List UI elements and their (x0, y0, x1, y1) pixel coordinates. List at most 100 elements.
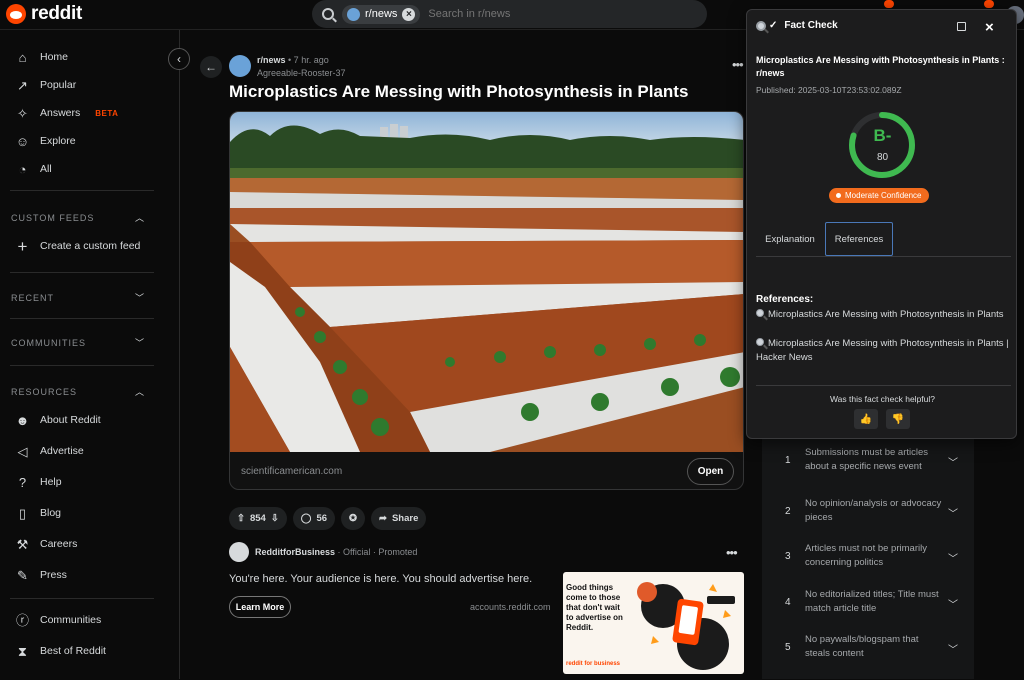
comment-bubble-icon: ◯ (300, 513, 312, 524)
plus-icon: + (17, 236, 28, 256)
rule-item[interactable]: 2 No opinion/analysis or advocacy pieces… (762, 491, 974, 537)
fact-check-title-text: Fact Check (784, 20, 838, 31)
comments-button[interactable]: ◯ 56 (292, 507, 336, 530)
back-button[interactable]: ← (200, 56, 222, 78)
all-chart-icon: ◔ (18, 161, 27, 177)
sidebar-item-answers[interactable]: ✧ Answers BETA (0, 99, 155, 127)
custom-feeds-header[interactable]: CUSTOM FEEDS ︿ (11, 211, 145, 224)
collapse-sidebar-button[interactable]: ‹ (168, 48, 190, 70)
rule-text: Articles must not be primarily concernin… (805, 543, 927, 568)
sidebar-item-help[interactable]: ? Help (0, 468, 155, 496)
upvote-icon[interactable]: ⇧ (237, 513, 245, 524)
sidebar-divider (10, 365, 154, 366)
ad-creative-image[interactable]: Good things come to those that don't wai… (563, 572, 744, 674)
search-chip-label: r/news (365, 8, 398, 20)
sidebar-item-careers[interactable]: ⚒ Careers (0, 530, 155, 558)
chevron-down-icon: ﹀ (134, 338, 145, 348)
sidebar-item-label: Answers (40, 107, 81, 119)
post-overflow-menu-icon[interactable]: ••• (732, 57, 744, 72)
downvote-icon[interactable]: ⇩ (271, 513, 279, 524)
award-button[interactable]: ✪ (341, 507, 365, 530)
chevron-down-icon: ﹀ (948, 600, 958, 611)
ad-overflow-menu-icon[interactable]: ••• (726, 545, 738, 560)
subreddit-search-chip[interactable]: r/news × (342, 4, 421, 24)
open-link-button[interactable]: Open (687, 458, 734, 485)
thumbs-down-icon[interactable]: 👎 (886, 409, 910, 429)
close-icon[interactable]: × (985, 19, 994, 36)
share-button[interactable]: ➦ Share (370, 507, 427, 530)
logo-text: reddit (31, 3, 82, 24)
section-title: RECENT (11, 292, 55, 303)
rule-text: Submissions must be articles about a spe… (805, 447, 929, 472)
subreddit-avatar-icon (347, 7, 360, 21)
score-value: 80 (876, 152, 889, 163)
post-time: • 7 hr. ago (288, 55, 329, 65)
reference-text: Microplastics Are Messing with Photosynt… (756, 338, 1009, 363)
section-title: RESOURCES (11, 386, 78, 397)
sidebar-item-label: About Reddit (40, 414, 101, 426)
award-icon: ✪ (349, 513, 357, 524)
reddit-logo[interactable]: reddit (6, 3, 82, 25)
sidebar-item-all[interactable]: ◔ All (0, 155, 155, 183)
chevron-down-icon: ﹀ (948, 458, 958, 469)
rule-item[interactable]: 3 Articles must not be primarily concern… (762, 536, 974, 582)
rule-item[interactable]: 5 No paywalls/blogspam that steals conte… (762, 627, 974, 673)
published-date: Published: 2025-03-10T23:53:02.089Z (756, 85, 902, 95)
sidebar-item-home[interactable]: ⌂ Home (0, 43, 155, 71)
search-bar[interactable]: r/news × (312, 0, 707, 28)
search-input[interactable] (428, 8, 629, 20)
advertiser-avatar[interactable] (229, 542, 249, 562)
sidebar-item-press[interactable]: ✎ Press (0, 561, 155, 589)
subreddit-avatar[interactable] (229, 55, 251, 77)
post-author[interactable]: Agreeable-Rooster-37 (257, 68, 346, 78)
chevron-down-icon: ﹀ (134, 293, 145, 303)
sidebar-item-best-of-reddit[interactable]: ⧗ Best of Reddit (0, 637, 155, 665)
rule-item[interactable]: 4 No editorialized titles; Title must ma… (762, 582, 974, 628)
tab-references[interactable]: References (825, 222, 893, 256)
fact-check-panel: ✓ Fact Check × Microplastics Are Messing… (746, 9, 1017, 439)
rule-number: 1 (785, 455, 791, 466)
communities-icon: ⓡ (15, 612, 29, 628)
subreddit-link[interactable]: r/news (257, 55, 286, 65)
communities-header[interactable]: COMMUNITIES ﹀ (11, 336, 145, 349)
tab-divider (756, 256, 1011, 257)
create-custom-feed[interactable]: + Create a custom feed (0, 232, 155, 260)
reference-link[interactable]: Microplastics Are Messing with Photosynt… (756, 308, 1011, 322)
rule-item[interactable]: 1 Submissions must be articles about a s… (762, 440, 974, 486)
sidebar-divider (10, 598, 154, 599)
sidebar-item-label: All (40, 163, 52, 175)
helpful-prompt: Was this fact check helpful? (829, 394, 936, 404)
sidebar-item-popular[interactable]: ↗ Popular (0, 71, 155, 99)
sidebar-item-label: Popular (40, 79, 77, 91)
resources-header[interactable]: RESOURCES ︿ (11, 385, 145, 398)
notification-badge (884, 0, 894, 8)
link-domain[interactable]: scientificamerican.com (241, 466, 342, 477)
thumbs-up-icon[interactable]: 👍 (854, 409, 878, 429)
sidebar-item-explore[interactable]: ☺ Explore (0, 127, 155, 155)
rule-text: No paywalls/blogspam that steals content (805, 634, 919, 659)
reddit-alien-icon: ☻ (15, 412, 30, 428)
confidence-badge: Moderate Confidence (829, 188, 929, 203)
vote-count: 854 (249, 513, 266, 524)
learn-more-button[interactable]: Learn More (229, 596, 291, 618)
sidebar-item-advertise[interactable]: ◁ Advertise (0, 437, 155, 465)
reference-text: Microplastics Are Messing with Photosynt… (768, 309, 1004, 320)
sidebar-item-communities[interactable]: ⓡ Communities (0, 606, 155, 634)
recent-header[interactable]: RECENT ﹀ (11, 291, 145, 304)
link-preview-card[interactable]: scientificamerican.com Open (229, 111, 744, 490)
reference-link[interactable]: Microplastics Are Messing with Photosynt… (756, 337, 1011, 365)
expand-window-icon[interactable] (957, 22, 966, 31)
sidebar-item-about-reddit[interactable]: ☻ About Reddit (0, 406, 155, 434)
sidebar-divider (10, 318, 154, 319)
advertiser-name[interactable]: RedditforBusiness (255, 547, 335, 557)
chip-close-icon[interactable]: × (402, 7, 416, 21)
megaphone-icon: ◁ (17, 443, 28, 459)
fact-check-headline: Microplastics Are Messing with Photosynt… (756, 55, 1005, 78)
tab-explanation[interactable]: Explanation (756, 222, 824, 256)
sidebar-item-label: Communities (40, 614, 102, 626)
sidebar-item-blog[interactable]: ▯ Blog (0, 499, 155, 527)
sidebar-item-label: Advertise (40, 445, 84, 457)
ad-domain[interactable]: accounts.reddit.com (470, 602, 551, 612)
sidebar-item-label: Help (40, 476, 62, 488)
fact-check-title: ✓ Fact Check (756, 20, 838, 31)
